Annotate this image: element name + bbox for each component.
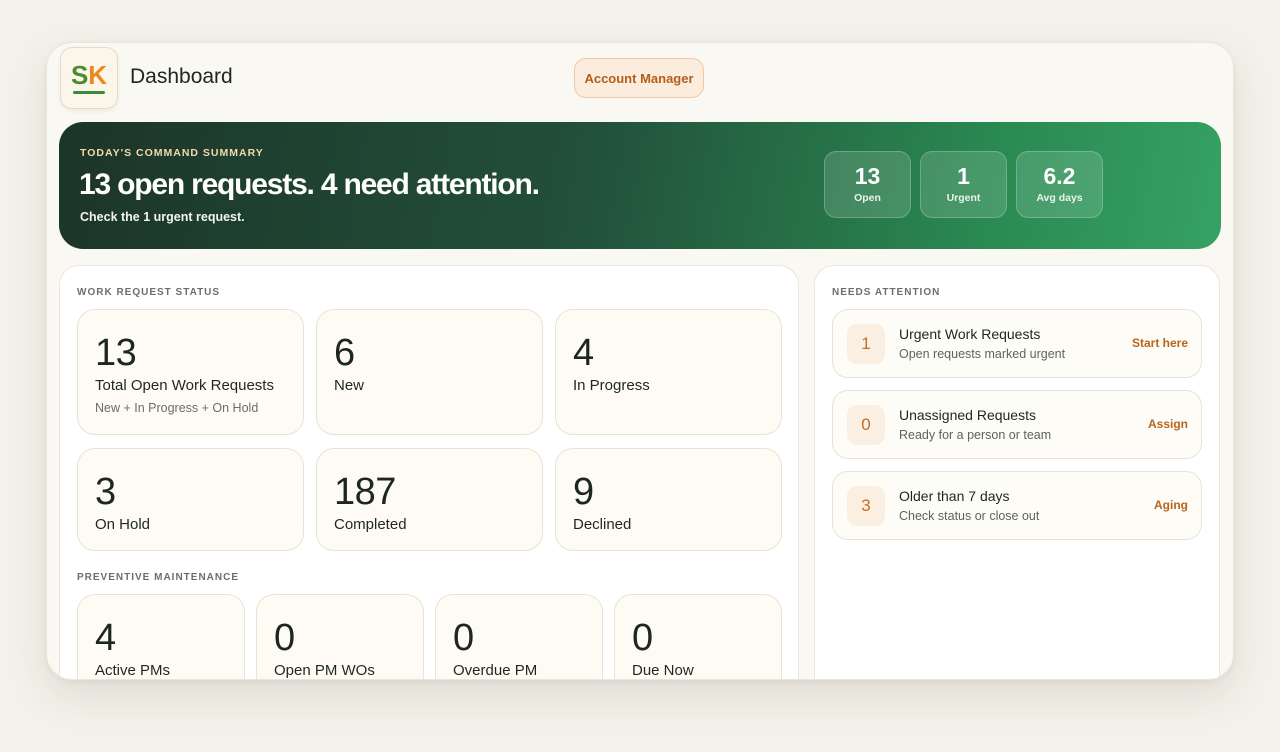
- stat-urgent[interactable]: 1 Urgent: [920, 151, 1007, 218]
- attention-count-badge: 0: [847, 405, 885, 445]
- start-here-link[interactable]: Start here: [1132, 336, 1188, 350]
- card-value: 0: [632, 617, 653, 659]
- card-label: Total Open Work Requests: [95, 377, 274, 394]
- card-value: 6: [334, 332, 355, 374]
- card-in-progress[interactable]: 4 In Progress: [555, 309, 782, 435]
- card-label: Open PM WOs: [274, 662, 375, 679]
- attention-title: Urgent Work Requests: [899, 326, 1041, 342]
- card-label: Due Now: [632, 662, 694, 679]
- stat-value: 1: [957, 163, 970, 189]
- aging-link[interactable]: Aging: [1154, 498, 1188, 512]
- card-value: 4: [95, 617, 116, 659]
- stat-label: Avg days: [1036, 192, 1083, 204]
- card-completed[interactable]: 187 Completed: [316, 448, 543, 551]
- card-label: Overdue PM: [453, 662, 538, 679]
- card-label: Completed: [334, 516, 407, 533]
- account-manager-button[interactable]: Account Manager: [574, 58, 704, 98]
- attention-title: Unassigned Requests: [899, 407, 1036, 423]
- card-note: New + In Progress + On Hold: [95, 401, 259, 415]
- attention-title: Older than 7 days: [899, 488, 1010, 504]
- card-total-open[interactable]: 13 Total Open Work Requests New + In Pro…: [77, 309, 304, 435]
- app-window: SK Dashboard Account Manager TODAY'S COM…: [46, 42, 1234, 680]
- logo-underline: [73, 91, 105, 94]
- preventive-maintenance-label: PREVENTIVE MAINTENANCE: [77, 572, 240, 583]
- card-value: 13: [95, 332, 137, 374]
- card-value: 9: [573, 471, 594, 513]
- stat-label: Urgent: [946, 192, 981, 204]
- assign-link[interactable]: Assign: [1148, 417, 1188, 431]
- attention-item-aging[interactable]: 3 Older than 7 days Check status or clos…: [832, 471, 1202, 540]
- attention-item-unassigned[interactable]: 0 Unassigned Requests Ready for a person…: [832, 390, 1202, 459]
- needs-attention-label: NEEDS ATTENTION: [832, 287, 941, 298]
- attention-description: Open requests marked urgent: [899, 347, 1066, 361]
- attention-description: Check status or close out: [899, 509, 1040, 523]
- card-active-pms[interactable]: 4 Active PMs: [77, 594, 245, 679]
- banner-eyebrow: TODAY'S COMMAND SUMMARY: [80, 147, 264, 159]
- logo-wordmark: SK: [70, 59, 108, 90]
- card-new[interactable]: 6 New: [316, 309, 543, 435]
- card-open-pm-wos[interactable]: 0 Open PM WOs: [256, 594, 424, 679]
- card-value: 0: [453, 617, 474, 659]
- card-value: 4: [573, 332, 594, 374]
- card-label: Declined: [573, 516, 632, 533]
- app-logo[interactable]: SK: [60, 47, 118, 109]
- stat-open[interactable]: 13 Open: [824, 151, 911, 218]
- stat-avg-days[interactable]: 6.2 Avg days: [1016, 151, 1103, 218]
- work-request-status-label: WORK REQUEST STATUS: [77, 287, 221, 298]
- attention-count-badge: 3: [847, 486, 885, 526]
- command-summary-banner: TODAY'S COMMAND SUMMARY 13 open requests…: [59, 122, 1221, 249]
- card-declined[interactable]: 9 Declined: [555, 448, 782, 551]
- card-label: In Progress: [573, 377, 650, 394]
- card-on-hold[interactable]: 3 On Hold: [77, 448, 304, 551]
- card-label: Active PMs: [95, 662, 171, 679]
- page-title: Dashboard: [130, 65, 233, 88]
- work-status-panel: WORK REQUEST STATUS 13 Total Open Work R…: [59, 265, 799, 679]
- banner-headline: 13 open requests. 4 need attention.: [79, 168, 540, 201]
- needs-attention-panel: NEEDS ATTENTION 1 Urgent Work Requests O…: [814, 265, 1220, 679]
- stat-value: 6.2: [1043, 163, 1076, 189]
- card-overdue-pm[interactable]: 0 Overdue PM: [435, 594, 603, 679]
- card-label: New: [334, 377, 365, 394]
- attention-count-badge: 1: [847, 324, 885, 364]
- card-value: 0: [274, 617, 295, 659]
- stat-value: 13: [854, 163, 881, 189]
- attention-description: Ready for a person or team: [899, 428, 1052, 442]
- card-due-now[interactable]: 0 Due Now: [614, 594, 782, 679]
- stat-label: Open: [854, 192, 881, 204]
- card-value: 3: [95, 471, 116, 513]
- banner-subtext: Check the 1 urgent request.: [80, 210, 245, 224]
- attention-item-urgent[interactable]: 1 Urgent Work Requests Open requests mar…: [832, 309, 1202, 378]
- card-label: On Hold: [95, 516, 151, 533]
- card-value: 187: [334, 471, 396, 513]
